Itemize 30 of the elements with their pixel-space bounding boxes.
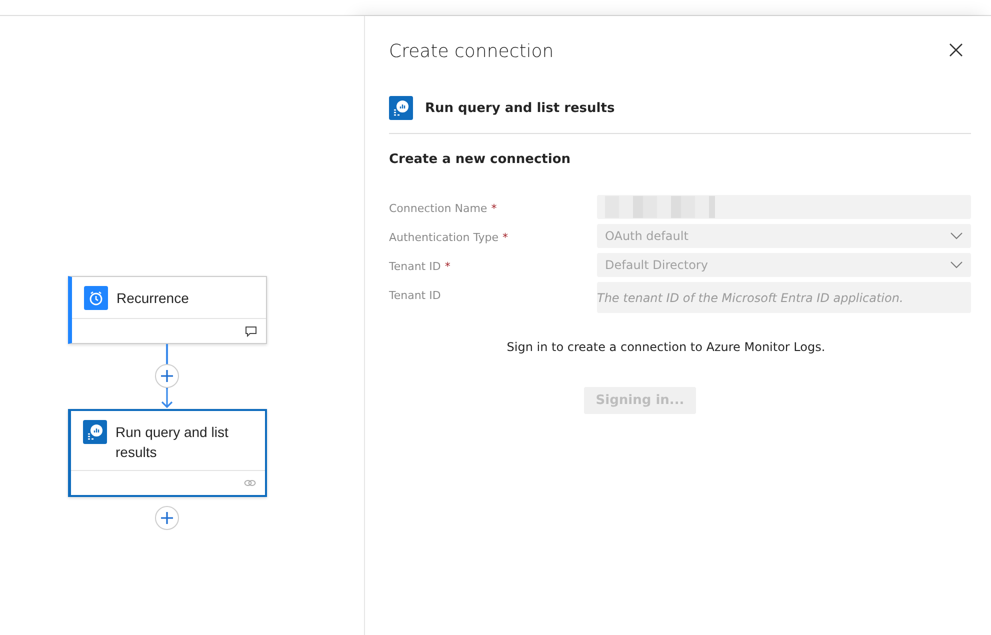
add-step-button[interactable] <box>155 364 179 388</box>
flow-step-card[interactable]: Run query and list results <box>68 409 266 497</box>
chevron-down-icon <box>950 232 963 240</box>
chat-chart-icon <box>82 420 106 444</box>
alarm-clock-icon <box>84 286 108 310</box>
field-label: Tenant ID <box>389 260 441 273</box>
close-icon <box>949 42 963 56</box>
chevron-down-icon <box>950 261 963 269</box>
required-mark: * <box>502 231 508 244</box>
sign-in-message: Sign in to create a connection to Azure Monitor Logs. <box>506 340 826 354</box>
panel-title: Create connection <box>389 40 554 62</box>
chat-chart-icon <box>389 96 413 120</box>
required-mark: * <box>444 260 450 273</box>
comment-icon[interactable] <box>244 326 256 336</box>
add-step-button[interactable] <box>155 506 179 530</box>
required-mark: * <box>491 202 497 215</box>
plus-icon <box>160 511 174 525</box>
field-label: Authentication Type <box>389 231 499 244</box>
section-heading: Create a new connection <box>389 151 572 169</box>
plus-icon <box>160 369 174 383</box>
dropdown-field[interactable]: OAuth default <box>597 224 971 248</box>
dropdown-field[interactable]: Default Directory <box>597 253 971 277</box>
action-name: Run query and list results <box>425 100 615 116</box>
flow-step-card[interactable]: Recurrence <box>68 276 266 344</box>
step-title: Recurrence <box>116 289 189 308</box>
field-label: Tenant ID <box>389 289 441 302</box>
step-title: Run query and list results <box>116 423 230 462</box>
connector-arrow <box>161 389 173 409</box>
field-label: Connection Name <box>389 202 488 215</box>
text-field[interactable] <box>597 195 971 219</box>
